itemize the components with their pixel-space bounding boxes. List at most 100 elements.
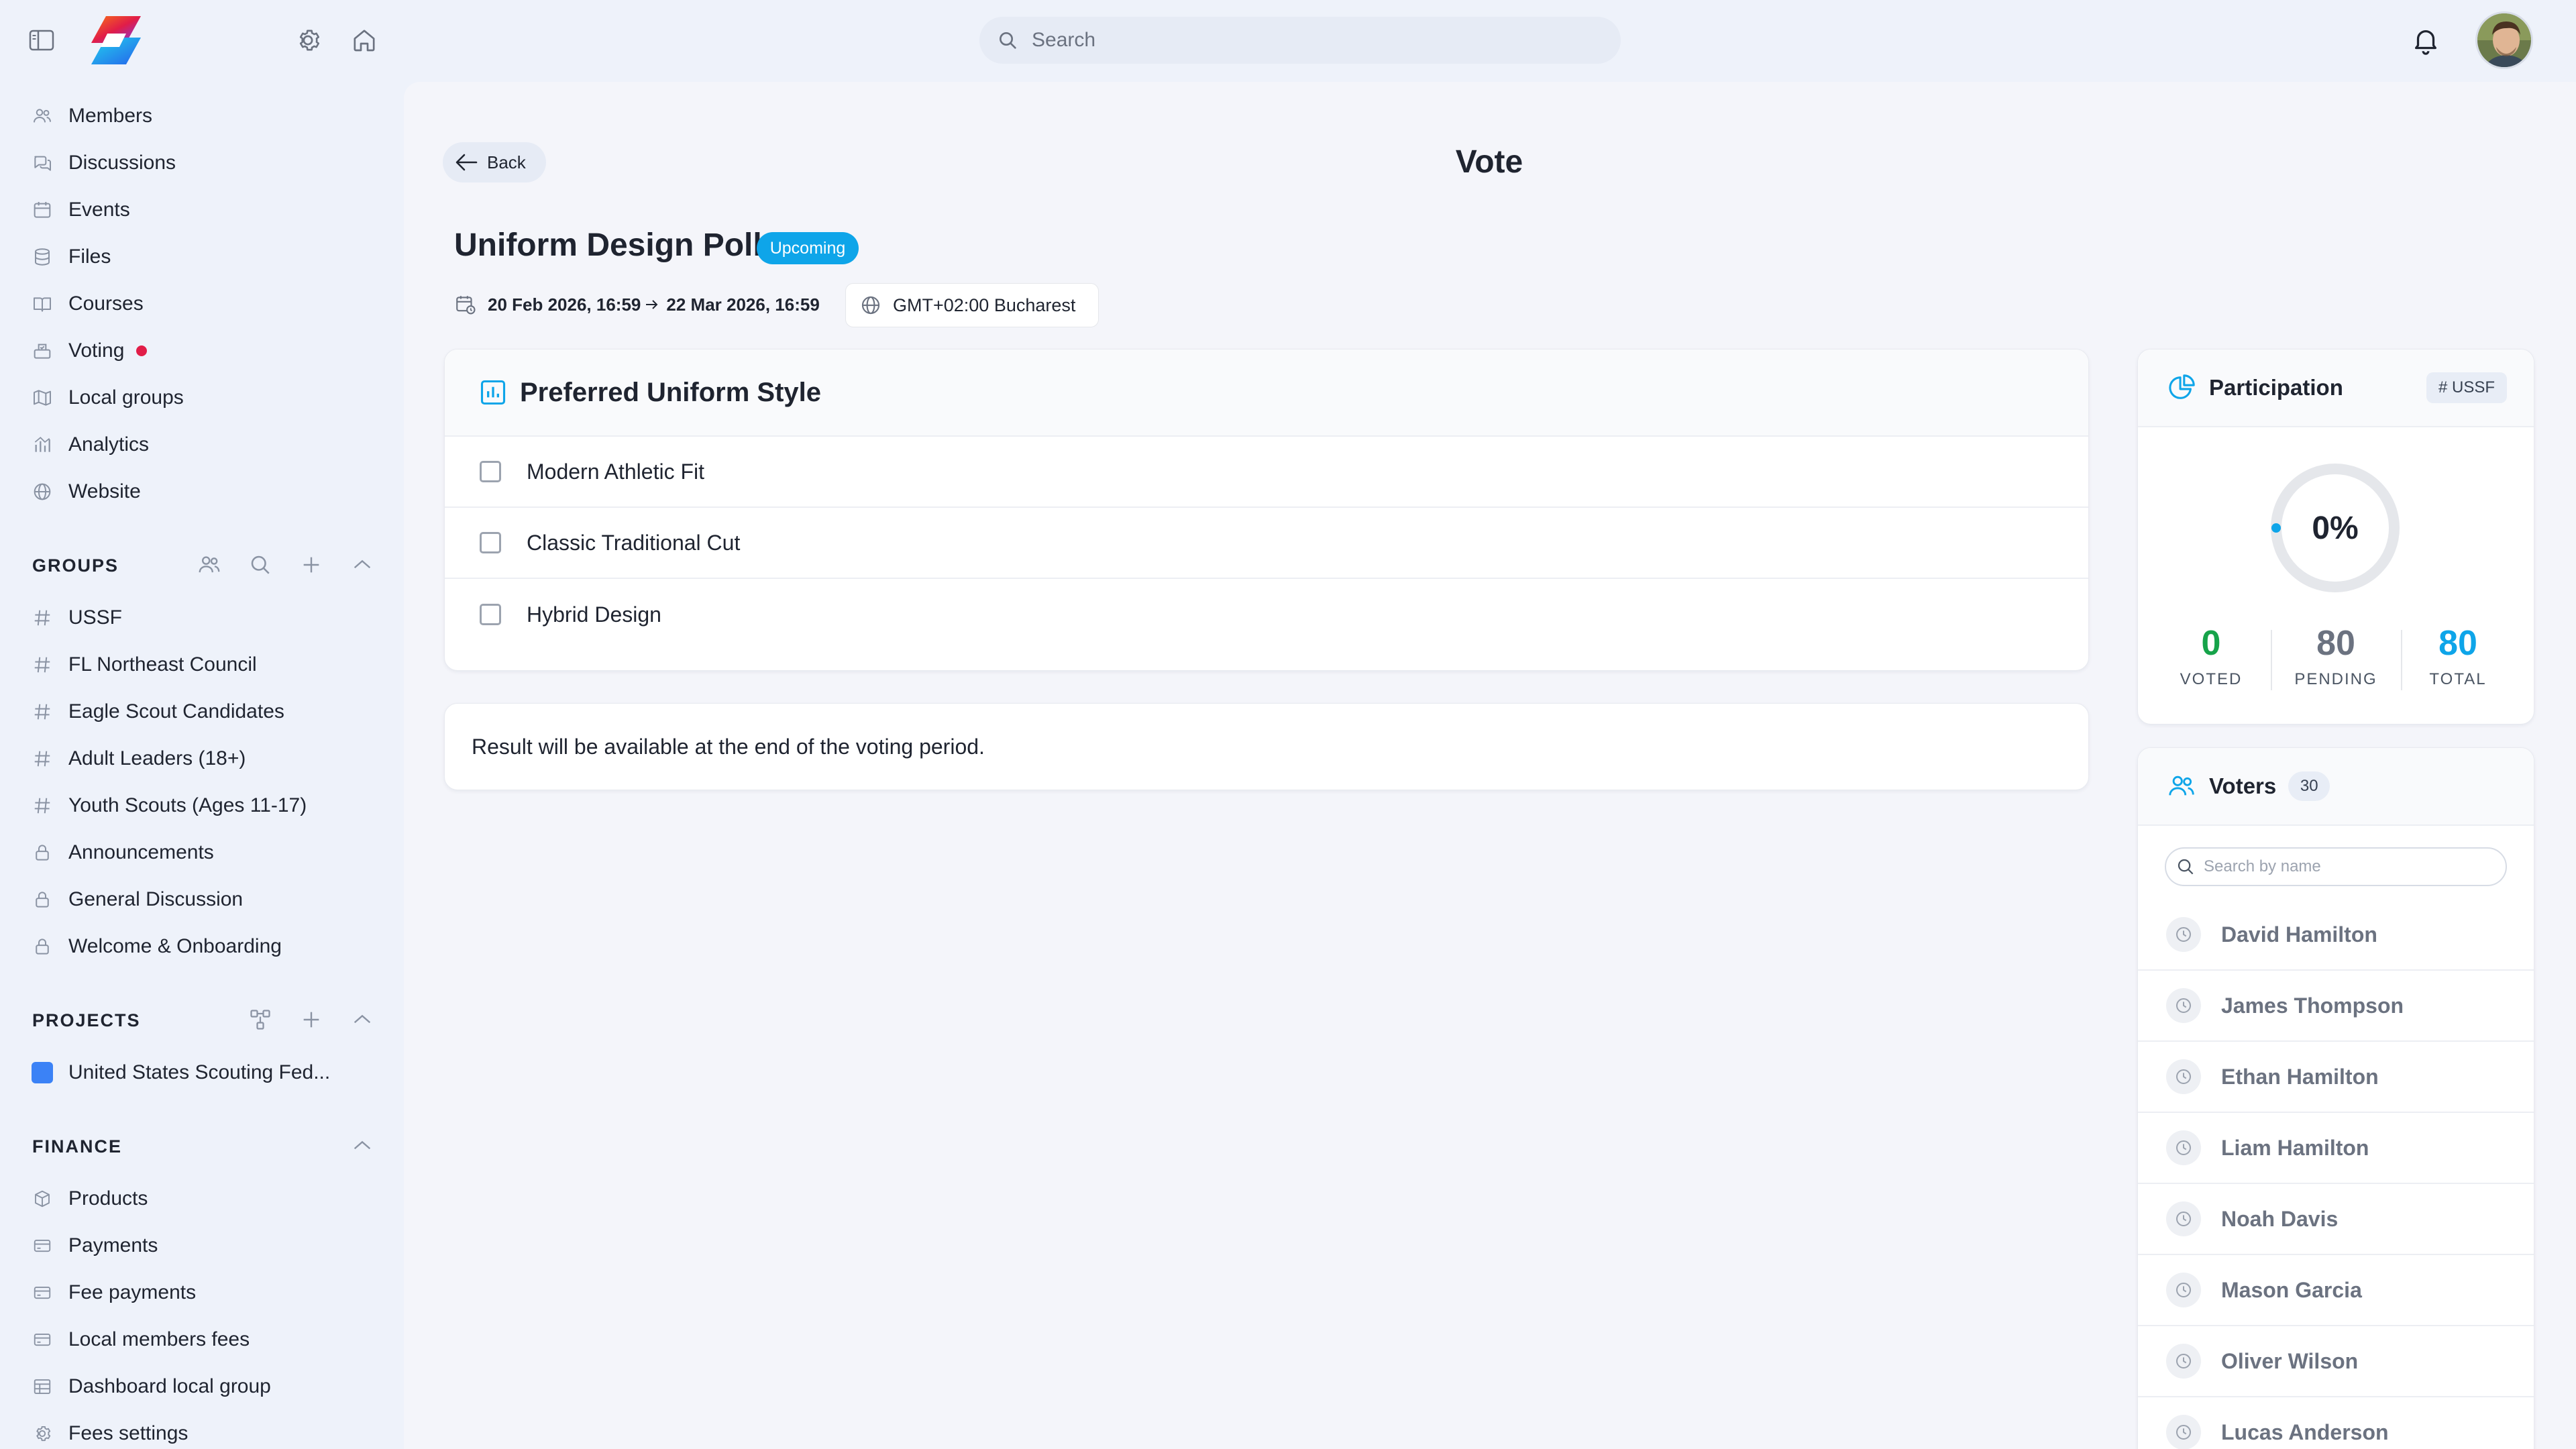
group-item-youth-scouts[interactable]: Youth Scouts (Ages 11-17) [31, 789, 307, 822]
sidebar-item-local-groups[interactable]: Local groups [31, 381, 184, 415]
group-item-label: USSF [68, 606, 123, 629]
home-icon[interactable] [349, 25, 380, 56]
lock-icon [31, 841, 54, 864]
gear-icon [31, 1422, 54, 1445]
table-icon [31, 1375, 54, 1398]
voter-name: Lucas Anderson [2221, 1419, 2389, 1444]
bell-icon[interactable] [2407, 21, 2445, 59]
ballot-box-icon [31, 339, 54, 362]
sidebar-item-members[interactable]: Members [31, 99, 152, 133]
clock-icon [2166, 1130, 2201, 1165]
calendar-clock-icon [454, 293, 477, 316]
group-item-fl-northeast-council[interactable]: FL Northeast Council [31, 648, 257, 682]
clock-icon [2166, 1344, 2201, 1379]
voter-row[interactable]: Noah Davis [2138, 1184, 2534, 1255]
page-title: Vote [1455, 144, 1523, 180]
voter-row[interactable]: Lucas Anderson [2138, 1397, 2534, 1449]
search-input[interactable] [1032, 29, 1582, 52]
voter-row[interactable]: James Thompson [2138, 971, 2534, 1042]
voter-name: Ethan Hamilton [2221, 1064, 2379, 1089]
finance-item-label: Fees settings [68, 1422, 189, 1444]
participation-percent: 0% [2312, 510, 2359, 546]
voter-search-input[interactable] [2204, 857, 2485, 876]
chevron-up-icon[interactable] [347, 1131, 377, 1161]
poll-date-range: 20 Feb 2026, 16:59 22 Mar 2026, 16:59 [454, 290, 820, 319]
group-search-icon[interactable] [246, 550, 275, 580]
finance-item-fees-settings[interactable]: Fees settings [31, 1417, 188, 1449]
voter-row[interactable]: David Hamilton [2138, 900, 2534, 971]
option-row[interactable]: Classic Traditional Cut [445, 508, 2088, 579]
group-item-eagle-scout-candidates[interactable]: Eagle Scout Candidates [31, 695, 284, 729]
timezone-chip: GMT+02:00 Bucharest [845, 283, 1099, 327]
group-item-label: Youth Scouts (Ages 11-17) [68, 794, 307, 816]
sidebar-item-label: Voting [68, 339, 125, 362]
sidebar-toggle-icon[interactable] [27, 25, 56, 55]
result-notice-text: Result will be available at the end of t… [472, 734, 985, 759]
pie-chart-icon [2166, 372, 2197, 403]
group-tag: # USSF [2426, 372, 2507, 403]
stat-total-label: TOTAL [2429, 670, 2487, 688]
question-card: Preferred Uniform Style Modern Athletic … [444, 349, 2089, 671]
project-item-label: United States Scouting Fed... [68, 1061, 331, 1083]
voter-name: Liam Hamilton [2221, 1135, 2369, 1160]
sidebar-item-voting[interactable]: Voting [31, 334, 148, 368]
global-search[interactable] [979, 17, 1621, 64]
sidebar-item-files[interactable]: Files [31, 240, 111, 274]
sidebar-item-label: Local groups [68, 386, 184, 409]
poll-start-date: 20 Feb 2026, 16:59 [488, 294, 641, 315]
add-project-icon[interactable] [297, 1005, 326, 1034]
back-button[interactable]: Back [443, 142, 546, 182]
group-members-icon[interactable] [195, 550, 224, 580]
group-item-welcome-onboarding[interactable]: Welcome & Onboarding [31, 930, 282, 963]
gear-icon[interactable] [292, 25, 323, 56]
members-icon [31, 105, 54, 127]
option-checkbox[interactable] [480, 532, 501, 553]
sidebar-item-label: Analytics [68, 433, 150, 455]
question-title: Preferred Uniform Style [520, 377, 822, 407]
avatar[interactable] [2475, 11, 2533, 69]
group-item-ussf[interactable]: USSF [31, 601, 122, 635]
project-tree-icon[interactable] [246, 1005, 275, 1034]
voter-row[interactable]: Mason Garcia [2138, 1255, 2534, 1326]
option-checkbox[interactable] [480, 461, 501, 482]
stat-total: 80 TOTAL [2401, 623, 2515, 689]
group-item-announcements[interactable]: Announcements [31, 836, 214, 869]
discussions-icon [31, 152, 54, 174]
finance-item-products[interactable]: Products [31, 1182, 148, 1216]
finance-header: FINANCE [32, 1136, 122, 1157]
sidebar-item-label: Events [68, 199, 130, 221]
sidebar-item-discussions[interactable]: Discussions [31, 146, 176, 180]
voter-search[interactable] [2165, 847, 2507, 886]
option-row[interactable]: Modern Athletic Fit [445, 437, 2088, 508]
finance-item-local-members-fees[interactable]: Local members fees [31, 1323, 250, 1356]
chevron-up-icon[interactable] [347, 550, 377, 580]
poll-title: Uniform Design Poll [454, 227, 762, 263]
sidebar: Members Discussions Events Files Courses… [0, 82, 404, 1449]
add-group-icon[interactable] [297, 550, 326, 580]
finance-item-fee-payments[interactable]: Fee payments [31, 1276, 196, 1309]
sidebar-item-courses[interactable]: Courses [31, 287, 144, 321]
chevron-up-icon[interactable] [347, 1005, 377, 1034]
finance-item-payments[interactable]: Payments [31, 1229, 158, 1263]
sidebar-item-analytics[interactable]: Analytics [31, 428, 149, 462]
sidebar-item-label: Members [68, 105, 153, 127]
group-item-adult-leaders[interactable]: Adult Leaders (18+) [31, 742, 246, 775]
participation-title: Participation [2209, 375, 2343, 400]
sidebar-item-label: Discussions [68, 152, 176, 174]
clock-icon [2166, 1273, 2201, 1307]
sidebar-item-website[interactable]: Website [31, 475, 141, 508]
project-item-ussf[interactable]: United States Scouting Fed... [31, 1056, 330, 1089]
group-item-general-discussion[interactable]: General Discussion [31, 883, 243, 916]
voter-row[interactable]: Oliver Wilson [2138, 1326, 2534, 1397]
lock-icon [31, 888, 54, 911]
app-logo[interactable] [87, 13, 145, 67]
voter-row[interactable]: Liam Hamilton [2138, 1113, 2534, 1184]
status-badge: Upcoming [757, 232, 859, 264]
map-icon [31, 386, 54, 409]
option-checkbox[interactable] [480, 604, 501, 625]
book-icon [31, 292, 54, 315]
finance-item-dashboard-local-group[interactable]: Dashboard local group [31, 1370, 271, 1403]
voter-row[interactable]: Ethan Hamilton [2138, 1042, 2534, 1113]
sidebar-item-events[interactable]: Events [31, 193, 130, 227]
option-row[interactable]: Hybrid Design [445, 579, 2088, 650]
